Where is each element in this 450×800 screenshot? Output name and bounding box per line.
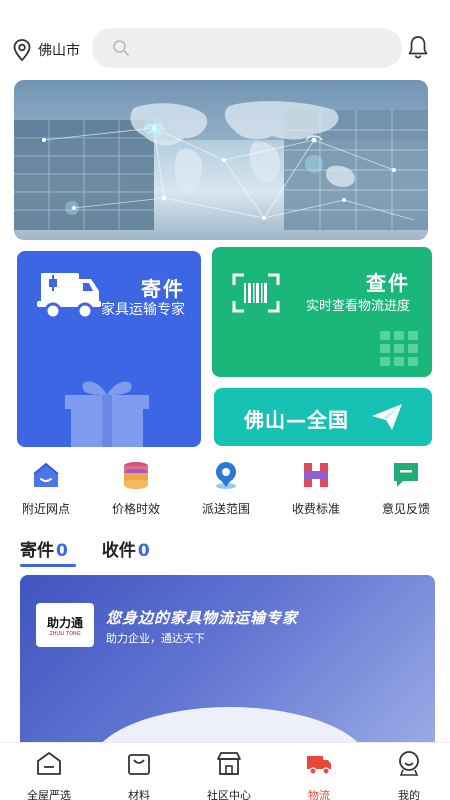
track-card-title: 查件: [366, 271, 410, 295]
send-parcel-card[interactable]: 寄件 家具运输专家: [17, 251, 201, 447]
nav-label: 附近网点: [21, 502, 70, 516]
shop-icon: [217, 752, 241, 775]
tabbar-materials[interactable]: 材料: [94, 749, 184, 800]
chat-icon: [394, 463, 418, 487]
track-card-subtitle: 实时查看物流进度: [305, 299, 410, 314]
grid-pattern-icon: [380, 331, 418, 366]
top-bar: 佛山市: [0, 26, 450, 70]
barcode-scan-icon: [232, 273, 280, 313]
tabbar-whole-house[interactable]: 全屋严选: [4, 749, 94, 800]
location-selector[interactable]: 佛山市: [12, 38, 80, 62]
location-pin-icon: [13, 39, 31, 62]
nav-label: 派送范围: [201, 502, 250, 516]
quick-nav: 附近网点 价格时效 派送范围 收费标准 意见反馈: [0, 460, 450, 520]
user-face-icon: [399, 751, 419, 776]
nav-price-timeliness[interactable]: 价格时效: [96, 460, 176, 517]
location-icon: [216, 462, 236, 489]
house-icon: [37, 752, 61, 775]
nav-feedback[interactable]: 意见反馈: [366, 460, 446, 517]
tabbar-mine[interactable]: 我的: [364, 749, 450, 800]
route-card[interactable]: 佛山—全国: [214, 388, 432, 446]
promo-headline: 您身边的家具物流运输专家: [106, 609, 299, 627]
tab-label: 寄件: [20, 541, 54, 561]
tabbar-label: 我的: [398, 789, 420, 800]
bag-icon: [128, 754, 150, 775]
gift-box-icon: [65, 381, 149, 447]
tab-count: 0: [137, 541, 150, 561]
send-card-subtitle: 家具运输专家: [101, 302, 185, 318]
container-world-map-image: [14, 80, 428, 230]
brand-logo: 助力通 ZHULI TONG: [36, 603, 94, 647]
send-card-title: 寄件: [141, 277, 185, 301]
tabbar-community[interactable]: 社区中心: [184, 749, 274, 800]
nav-label: 意见反馈: [381, 502, 430, 516]
tabbar-label: 材料: [128, 789, 150, 800]
hero-banner[interactable]: [14, 80, 428, 240]
search-icon: [113, 40, 129, 56]
nav-label: 收费标准: [291, 502, 340, 516]
search-input[interactable]: [92, 28, 402, 68]
nav-label: 价格时效: [111, 502, 160, 516]
promo-subline: 助力企业，通达天下: [106, 632, 205, 645]
tabbar-label: 全屋严选: [27, 789, 71, 800]
h-grid-icon: [304, 463, 328, 487]
paper-plane-icon: [372, 404, 402, 430]
tab-sent[interactable]: 寄件 0: [20, 536, 76, 568]
brand-logo-text: 助力通: [46, 616, 83, 630]
tab-label: 收件: [101, 541, 136, 561]
parcel-tabs: 寄件 0 收件 0: [20, 536, 184, 568]
bottom-tab-bar: 全屋严选 材料 社区中心 物流 我的: [0, 742, 450, 800]
home-icon: [33, 462, 59, 487]
database-icon: [124, 462, 148, 489]
tab-received[interactable]: 收件 0: [102, 536, 150, 568]
nav-delivery-range[interactable]: 派送范围: [186, 460, 266, 517]
truck-icon: [307, 756, 331, 775]
tabbar-logistics[interactable]: 物流: [274, 749, 364, 800]
track-parcel-card[interactable]: 查件 实时查看物流进度: [212, 247, 432, 377]
tab-count: 0: [56, 541, 68, 561]
nav-fee-standard[interactable]: 收费标准: [276, 460, 356, 517]
tabbar-label: 社区中心: [207, 789, 251, 800]
city-label: 佛山市: [38, 43, 80, 59]
brand-logo-subtext: ZHULI TONG: [49, 631, 81, 637]
tabbar-label: 物流: [308, 789, 330, 800]
nav-nearby-outlets[interactable]: 附近网点: [6, 460, 86, 517]
truck-icon: [37, 273, 101, 320]
bell-icon[interactable]: [406, 34, 430, 60]
route-card-title: 佛山—全国: [244, 408, 349, 432]
